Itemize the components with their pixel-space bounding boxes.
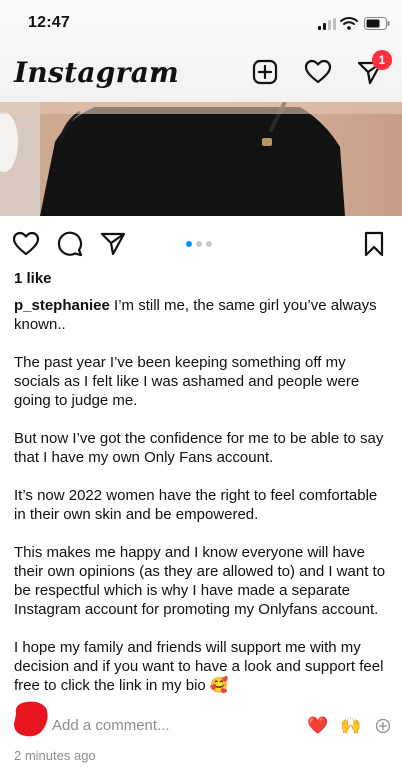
caption-paragraph: But now I’ve got the confidence for me t… bbox=[14, 430, 384, 466]
caption-paragraph: I hope my family and friends will suppor… bbox=[14, 639, 384, 694]
avatar bbox=[14, 701, 48, 737]
status-bar: 12:47 bbox=[0, 0, 402, 46]
post-caption: p_stephaniee I’m still me, the same girl… bbox=[14, 296, 392, 714]
comment-icon[interactable] bbox=[56, 230, 84, 258]
comment-bar: Add a comment... ❤️ 🙌 bbox=[0, 701, 402, 742]
app-header: Instagram 1 bbox=[0, 46, 402, 102]
top-bar: 12:47 Instagram 1 bbox=[0, 0, 402, 104]
carousel-dot bbox=[206, 241, 212, 247]
caption-paragraph: The past year I’ve been keeping somethin… bbox=[14, 354, 360, 409]
post-timestamp: 2 minutes ago bbox=[14, 748, 96, 763]
bookmark-icon[interactable] bbox=[360, 230, 388, 258]
caption-paragraph: p_stephaniee I’m still me, the same girl… bbox=[14, 296, 392, 334]
new-post-icon[interactable] bbox=[251, 58, 279, 86]
post-photo bbox=[0, 102, 402, 216]
caption-paragraph: This makes me happy and I know everyone … bbox=[14, 544, 386, 618]
battery-icon bbox=[364, 17, 390, 30]
carousel-dot bbox=[196, 241, 202, 247]
carousel-dot-active bbox=[186, 241, 192, 247]
status-time: 12:47 bbox=[28, 14, 70, 31]
like-icon[interactable] bbox=[12, 230, 40, 258]
heart-icon[interactable] bbox=[304, 58, 332, 86]
post-image[interactable] bbox=[0, 102, 402, 216]
quick-reaction-raised-hands[interactable]: 🙌 bbox=[340, 716, 361, 736]
carousel-indicator bbox=[186, 241, 212, 247]
like-count[interactable]: 1 like bbox=[14, 270, 52, 287]
signal-icon bbox=[318, 18, 336, 30]
chevron-down-icon[interactable] bbox=[150, 66, 164, 76]
notification-badge: 1 bbox=[372, 50, 392, 70]
post-action-bar bbox=[0, 226, 402, 262]
add-comment-input[interactable]: Add a comment... bbox=[52, 717, 170, 734]
caption-username[interactable]: p_stephaniee bbox=[14, 297, 110, 314]
quick-reaction-heart[interactable]: ❤️ bbox=[307, 716, 328, 736]
add-icon[interactable] bbox=[375, 718, 391, 734]
caption-paragraph: It’s now 2022 women have the right to fe… bbox=[14, 487, 378, 523]
wifi-icon bbox=[340, 17, 358, 30]
share-icon[interactable] bbox=[99, 230, 127, 258]
